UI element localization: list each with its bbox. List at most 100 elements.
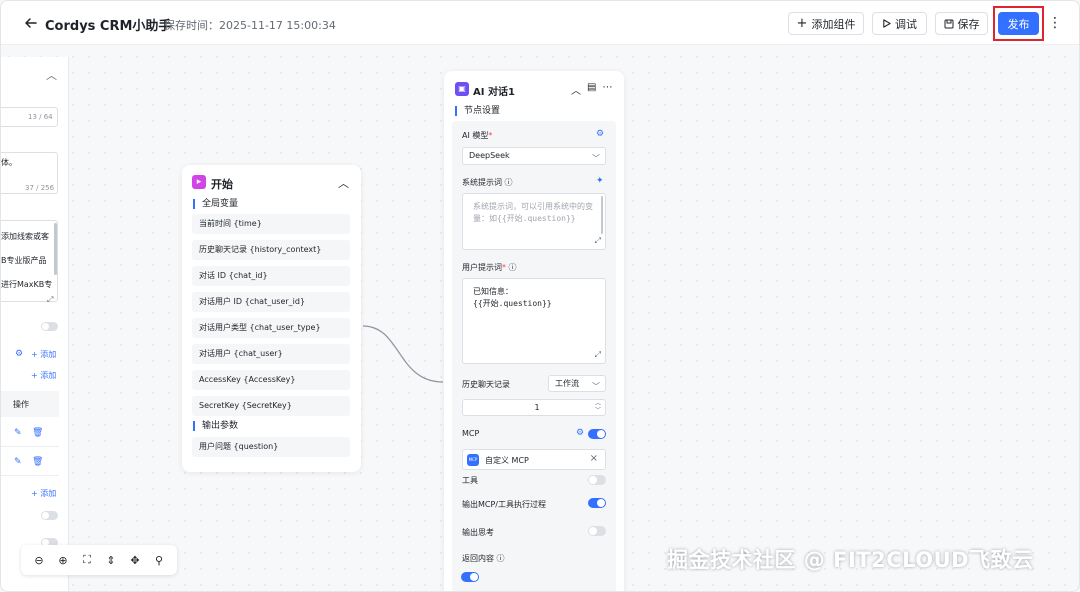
expand-icon[interactable]: ⤢ (47, 295, 53, 305)
workflow-editor: Cordys CRM小助手 保存时间：2025-11-17 15:00:34 +… (0, 0, 1080, 592)
return-content-label: 返回内容 ⓘ (462, 554, 505, 563)
expand-icon[interactable]: ⤢ (595, 350, 601, 360)
plus-icon: + (796, 16, 808, 31)
start-node-title: 开始 (211, 178, 233, 191)
system-prompt-placeholder: 系统提示词，可以引用系统中的变 量：如{{开始.question}} (473, 202, 593, 223)
output-mcp-toggle[interactable] (588, 498, 606, 508)
model-label: AI 模型* (462, 131, 493, 140)
scrollbar[interactable] (601, 196, 603, 234)
canvas-toolbar: ⊖ ⊕ ⛶ ⇕ ✥ ⚲ (21, 545, 177, 575)
top-header: Cordys CRM小助手 保存时间：2025-11-17 15:00:34 +… (1, 1, 1079, 45)
collapse-icon[interactable]: ⇕ (103, 554, 119, 567)
auto-layout-icon[interactable]: ⚲ (151, 554, 167, 567)
node-settings-label: 节点设置 (455, 106, 500, 116)
delete-icon[interactable]: 🗑 (32, 457, 43, 467)
variable-row: AccessKey {AccessKey} (192, 370, 350, 390)
chevron-down-icon: ﹀ (592, 382, 600, 391)
ai-chat-icon: ▣ (455, 82, 469, 96)
mcp-badge-icon: MCP (467, 454, 479, 466)
history-mode-select[interactable]: 工作流 ﹀ (548, 375, 606, 392)
description-text: 体。 (1, 158, 17, 167)
add-link[interactable]: + 添加 (31, 488, 56, 499)
edit-icon[interactable]: ✎ (14, 428, 22, 438)
zoom-in-icon[interactable]: ⊕ (55, 554, 71, 567)
chevron-down-icon: ﹀ (592, 154, 600, 163)
ops-column-header: 操作 (13, 400, 29, 409)
more-horizontal-icon[interactable]: ⋯ (602, 82, 612, 97)
divider (1, 475, 59, 476)
debug-button[interactable]: 调试 (872, 12, 927, 35)
user-prompt-text: 已知信息： {{开始.question}} (473, 287, 552, 308)
mcp-item[interactable]: MCP 自定义 MCP × (462, 449, 606, 470)
mcp-label: MCP (462, 429, 480, 438)
list-item: 进行MaxKB专 (1, 280, 53, 289)
toggle-switch[interactable] (41, 322, 58, 331)
stepper-arrows-icon[interactable]: ︿ ﹀ (595, 400, 601, 414)
model-select[interactable]: DeepSeek ﹀ (462, 147, 606, 165)
scrollbar[interactable] (54, 223, 57, 275)
return-content-toggle[interactable] (461, 572, 479, 582)
debug-label: 调试 (895, 17, 917, 31)
add-link[interactable]: + 添加 (31, 370, 56, 381)
add-component-label: 添加组件 (811, 17, 856, 31)
add-link[interactable]: + 添加 (31, 349, 56, 360)
variable-row: 对话用户 ID {chat_user_id} (192, 292, 350, 312)
start-node-icon: ▸ (192, 175, 206, 189)
chevron-up-icon[interactable]: ︿ (46, 67, 57, 83)
history-count-stepper[interactable]: 1 ︿ ﹀ (462, 399, 606, 416)
edge-connector (362, 325, 444, 383)
gear-icon[interactable]: ⚙ (15, 349, 23, 359)
variable-row: 对话用户类型 {chat_user_type} (192, 318, 350, 338)
delete-icon[interactable]: 🗑 (32, 428, 43, 438)
divider (1, 446, 59, 447)
variable-row: 对话用户 {chat_user} (192, 344, 350, 364)
toggle-switch[interactable] (41, 511, 58, 520)
more-vertical-icon[interactable]: ⋮ (1048, 16, 1062, 30)
variable-row: 历史聊天记录 {history_context} (192, 240, 350, 260)
publish-highlight-box (993, 6, 1044, 41)
history-label: 历史聊天记录 (462, 380, 510, 389)
left-settings-panel: ︿ 13 / 64 体。 37 / 256 添加线索或客 B专业版产品 进行Ma… (1, 57, 69, 591)
char-count: 13 / 64 (28, 113, 53, 121)
system-prompt-label: 系统提示词 ⓘ (462, 178, 513, 187)
output-thinking-label: 输出思考 (462, 528, 494, 537)
output-params-label: 输出参数 (193, 421, 238, 431)
start-node[interactable]: ▸ 开始 ︿ 全局变量 当前时间 {time} 历史聊天记录 {history_… (182, 165, 361, 472)
expand-nodes-icon[interactable]: ✥ (127, 554, 143, 567)
user-prompt-textarea[interactable]: 已知信息： {{开始.question}} ⤢ (462, 278, 606, 364)
output-thinking-toggle[interactable] (588, 526, 606, 536)
back-arrow-icon[interactable] (23, 15, 39, 31)
variable-row: SecretKey {SecretKey} (192, 396, 350, 416)
variable-row: 用户问题 {question} (192, 437, 350, 457)
add-component-button[interactable]: + 添加组件 (788, 12, 864, 35)
variable-row: 当前时间 {time} (192, 214, 350, 234)
user-prompt-label: 用户提示词* ⓘ (462, 263, 517, 272)
gear-icon[interactable]: ⚙ (576, 428, 584, 438)
variable-row: 对话 ID {chat_id} (192, 266, 350, 286)
node-actions: ︿ ▤ ⋯ (571, 82, 612, 97)
chart-icon[interactable]: ▤ (587, 82, 596, 97)
char-count: 37 / 256 (25, 184, 55, 192)
list-item: B专业版产品 (1, 256, 47, 265)
edit-icon[interactable]: ✎ (14, 457, 22, 467)
magic-wand-icon[interactable]: ✦ (596, 176, 604, 186)
ai-chat-node[interactable]: ▣ AI 对话1 ︿ ▤ ⋯ 节点设置 AI 模型* ⚙ DeepSeek ﹀ … (444, 71, 624, 591)
fit-view-icon[interactable]: ⛶ (79, 553, 95, 567)
system-prompt-textarea[interactable]: 系统提示词，可以引用系统中的变 量：如{{开始.question}} ⤢ (462, 193, 606, 250)
app-title: Cordys CRM小助手 (45, 19, 172, 34)
close-icon[interactable]: × (590, 453, 598, 464)
ai-node-title: AI 对话1 (473, 87, 515, 98)
zoom-out-icon[interactable]: ⊖ (31, 554, 47, 567)
expand-icon[interactable]: ⤢ (595, 236, 601, 246)
chevron-up-icon[interactable]: ︿ (571, 82, 581, 97)
watermark: 掘金技术社区 @ FIT2CLOUD飞致云 (667, 548, 1034, 572)
gear-icon[interactable]: ⚙ (596, 129, 604, 139)
output-mcp-label: 输出MCP/工具执行过程 (462, 500, 547, 509)
mcp-item-label: 自定义 MCP (485, 456, 529, 465)
save-button[interactable]: 保存 (935, 12, 988, 35)
tools-toggle[interactable] (588, 475, 606, 485)
play-icon (883, 19, 891, 28)
chevron-up-icon[interactable]: ︿ (338, 175, 349, 191)
tools-label: 工具 (462, 476, 478, 485)
mcp-toggle[interactable] (588, 429, 606, 439)
